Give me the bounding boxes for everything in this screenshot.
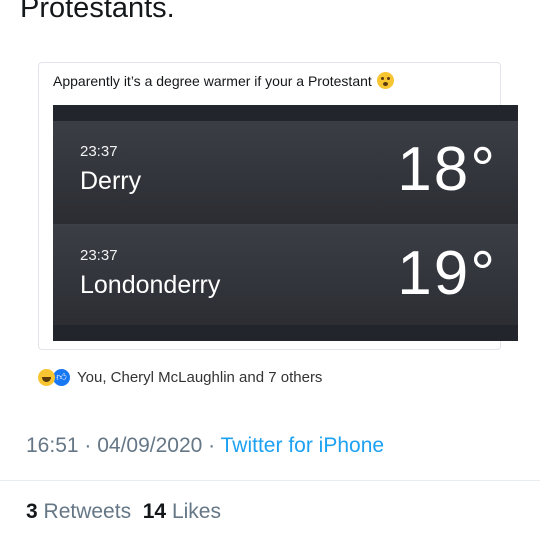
weather-city: Derry	[80, 167, 142, 195]
weather-row-londonderry: 23:37 Londonderry 19°	[53, 224, 518, 328]
weather-screenshot: 23:37 Derry 18° 23:37 Londonderry 19°	[53, 105, 518, 341]
tweet-source-link[interactable]: Twitter for iPhone	[221, 434, 384, 457]
tweet-date: 04/09/2020	[97, 434, 203, 457]
weather-bottom-bar	[53, 325, 518, 341]
quoted-post-text-row: Apparently it’s a degree warmer if your …	[53, 72, 394, 89]
quoted-post-card[interactable]: Apparently it’s a degree warmer if your …	[38, 62, 518, 350]
thinking-face-emoji-icon	[376, 72, 394, 89]
weather-time: 23:37	[80, 247, 118, 264]
reactions-text: You, Cheryl McLaughlin and 7 others	[77, 369, 323, 386]
weather-city: Londonderry	[80, 271, 221, 299]
engagement-stats: 3 Retweets 14 Likes	[26, 500, 221, 524]
meta-separator: ·	[202, 434, 221, 457]
tweet-time: 16:51	[26, 434, 79, 457]
retweets-count: 3	[26, 500, 38, 523]
likes-count: 14	[142, 500, 167, 523]
weather-row-derry: 23:37 Derry 18°	[53, 121, 518, 224]
tweet-metadata: 16:51 · 04/09/2020 · Twitter for iPhone	[26, 434, 384, 458]
weather-top-bar	[53, 105, 518, 121]
likes-link[interactable]: 14 Likes	[143, 500, 221, 523]
divider	[0, 480, 540, 481]
haha-emoji-icon	[38, 369, 55, 386]
weather-temperature: 18°	[397, 135, 497, 204]
reactions-summary[interactable]: 👍︎ You, Cheryl McLaughlin and 7 others	[38, 368, 322, 387]
tweet-text: Protestants.	[20, 0, 175, 24]
quoted-post-text: Apparently it’s a degree warmer if your …	[53, 72, 372, 89]
weather-time: 23:37	[80, 143, 118, 160]
likes-label: Likes	[171, 500, 221, 523]
weather-temperature: 19°	[397, 239, 497, 308]
retweets-link[interactable]: 3 Retweets	[26, 500, 131, 523]
retweets-label: Retweets	[43, 500, 132, 523]
reaction-icons: 👍︎	[38, 368, 71, 387]
meta-separator: ·	[78, 434, 98, 457]
